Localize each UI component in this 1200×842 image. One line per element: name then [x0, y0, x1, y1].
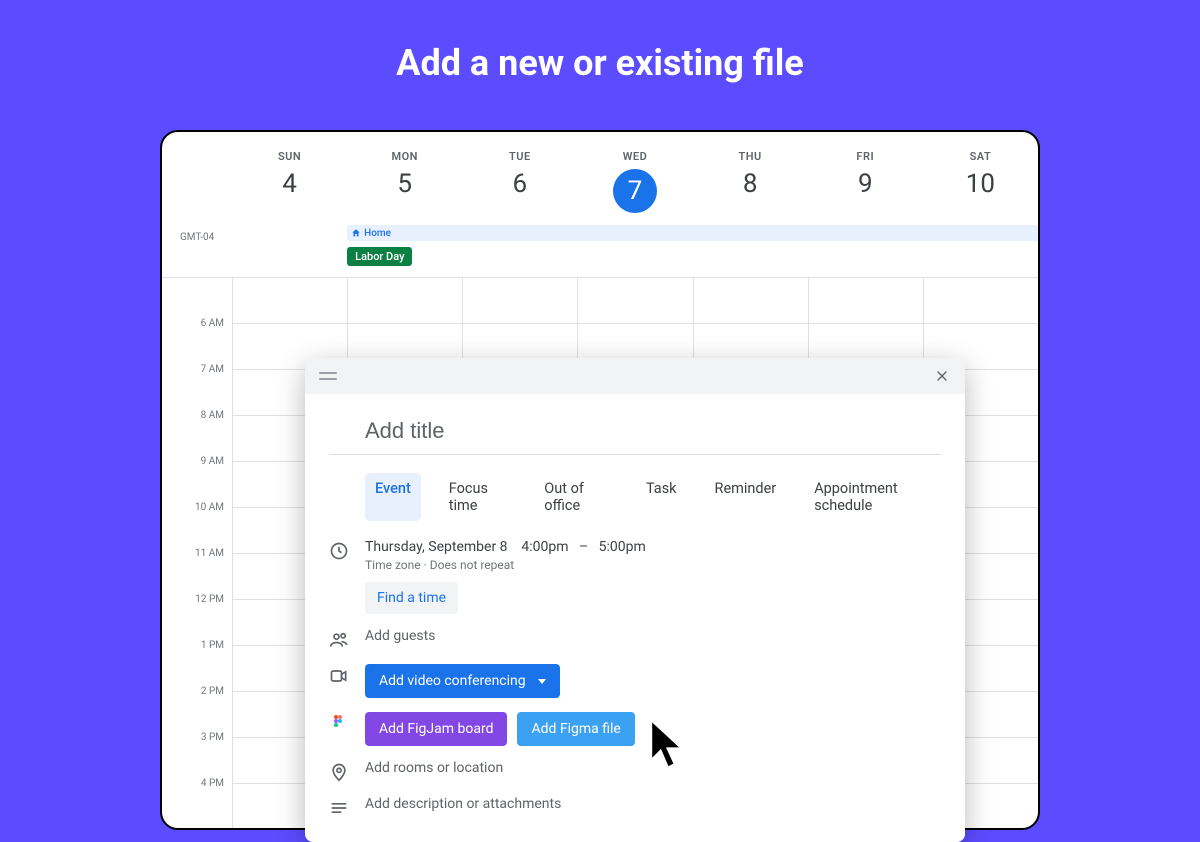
time-label: 11 AM — [162, 548, 232, 594]
tab-reminder[interactable]: Reminder — [705, 473, 787, 521]
time-label: 6 AM — [162, 318, 232, 364]
time-label: 1 PM — [162, 640, 232, 686]
description-placeholder: Add description or attachments — [365, 796, 941, 812]
day-col-tue[interactable]: TUE 6 — [462, 150, 577, 213]
day-name: SAT — [923, 150, 1038, 163]
time-label: 4 PM — [162, 778, 232, 824]
figma-row: Add FigJam board Add Figma file — [329, 712, 941, 746]
event-end-time: 5:00pm — [599, 539, 646, 555]
add-figma-file-button[interactable]: Add Figma file — [517, 712, 634, 746]
guests-placeholder: Add guests — [365, 628, 941, 644]
tab-event[interactable]: Event — [365, 473, 421, 521]
hero-title: Add a new or existing file — [0, 0, 1200, 116]
day-col-wed[interactable]: WED 7 — [577, 150, 692, 213]
event-title-input[interactable] — [329, 412, 941, 455]
people-icon — [329, 628, 365, 650]
day-num: 4 — [232, 169, 347, 199]
cursor-pointer-icon — [645, 715, 693, 775]
time-label: 7 AM — [162, 364, 232, 410]
timezone-label: GMT-04 — [180, 232, 214, 243]
tab-focus-time[interactable]: Focus time — [439, 473, 517, 521]
day-name: WED — [577, 150, 692, 163]
add-figjam-board-button[interactable]: Add FigJam board — [365, 712, 507, 746]
time-label: 3 PM — [162, 732, 232, 778]
close-button[interactable] — [933, 367, 951, 385]
location-row[interactable]: Add rooms or location — [329, 760, 941, 782]
event-meta: Time zone · Does not repeat — [365, 558, 941, 572]
event-date: Thursday, September 8 — [365, 539, 508, 555]
video-icon — [329, 664, 365, 686]
find-time-button[interactable]: Find a time — [365, 582, 458, 614]
day-col-sun[interactable]: SUN 4 — [232, 150, 347, 213]
description-icon — [329, 796, 365, 818]
allday-row: Home — [162, 225, 1038, 247]
popup-header[interactable] — [305, 358, 965, 394]
time-label: 10 AM — [162, 502, 232, 548]
time-label: 2 PM — [162, 686, 232, 732]
day-num: 6 — [462, 169, 577, 199]
time-label: 8 AM — [162, 410, 232, 456]
day-num: 10 — [923, 169, 1038, 199]
day-num: 7 — [613, 169, 657, 213]
video-button-label: Add video conferencing — [379, 673, 526, 689]
guests-row[interactable]: Add guests — [329, 628, 941, 650]
allday-row-2: Labor Day — [162, 247, 1038, 271]
event-start-time: 4:00pm — [521, 539, 568, 555]
day-name: MON — [347, 150, 462, 163]
day-col-thu[interactable]: THU 8 — [693, 150, 808, 213]
day-name: TUE — [462, 150, 577, 163]
tab-out-of-office[interactable]: Out of office — [534, 473, 618, 521]
time-label: 9 AM — [162, 456, 232, 502]
day-name: SUN — [232, 150, 347, 163]
day-num: 9 — [808, 169, 923, 199]
figma-icon — [329, 712, 365, 732]
time-dash: – — [579, 539, 588, 555]
description-row[interactable]: Add description or attachments — [329, 796, 941, 818]
day-col-sat[interactable]: SAT 10 — [923, 150, 1038, 213]
day-col-fri[interactable]: FRI 9 — [808, 150, 923, 213]
day-name: THU — [693, 150, 808, 163]
event-popup: Event Focus time Out of office Task Remi… — [305, 358, 965, 842]
tab-task[interactable]: Task — [636, 473, 687, 521]
home-icon — [351, 228, 361, 238]
time-gutter: 6 AM 7 AM 8 AM 9 AM 10 AM 11 AM 12 PM 1 … — [162, 278, 232, 830]
day-col-mon[interactable]: MON 5 — [347, 150, 462, 213]
chevron-down-icon — [538, 679, 546, 684]
time-label: 12 PM — [162, 594, 232, 640]
drag-handle-icon[interactable] — [319, 372, 337, 380]
clock-icon — [329, 539, 365, 561]
day-num: 8 — [693, 169, 808, 199]
tab-appointment-schedule[interactable]: Appointment schedule — [804, 473, 941, 521]
day-name: FRI — [808, 150, 923, 163]
home-label: Home — [364, 228, 391, 239]
time-label — [162, 272, 232, 318]
allday-event-labor-day[interactable]: Labor Day — [347, 247, 412, 266]
day-header: SUN 4 MON 5 TUE 6 WED 7 THU 8 FRI 9 SAT … — [162, 132, 1038, 225]
datetime-row[interactable]: Thursday, September 8 4:00pm – 5:00pm Ti… — [329, 539, 941, 614]
day-num: 5 — [347, 169, 462, 199]
add-video-conferencing-button[interactable]: Add video conferencing — [365, 664, 560, 698]
event-type-tabs: Event Focus time Out of office Task Remi… — [365, 473, 941, 521]
location-icon — [329, 760, 365, 782]
close-icon — [934, 368, 950, 384]
video-row: Add video conferencing — [329, 664, 941, 698]
